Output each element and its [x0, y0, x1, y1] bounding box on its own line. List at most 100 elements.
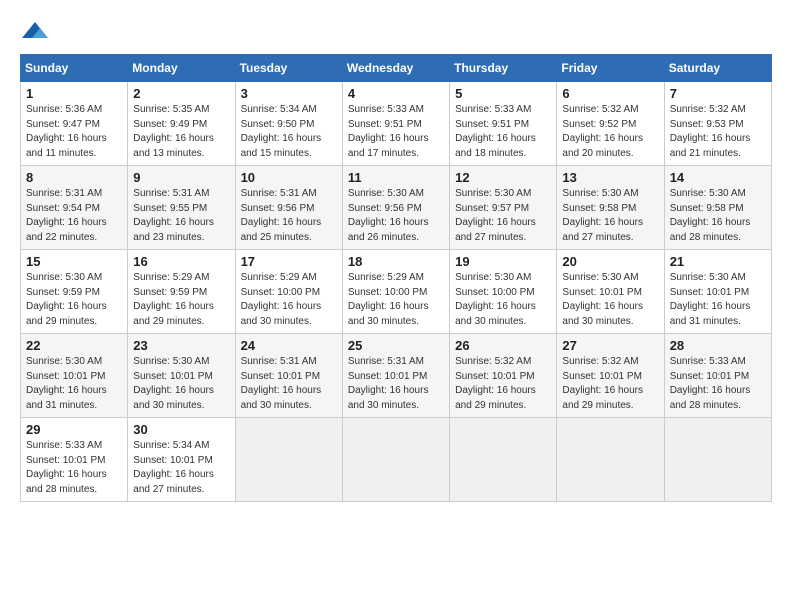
- day-number: 30: [133, 422, 229, 437]
- day-number: 20: [562, 254, 658, 269]
- day-info: Sunrise: 5:30 AM Sunset: 10:00 PM Daylig…: [455, 271, 551, 329]
- sunset-label: Sunset: 10:01 PM: [455, 371, 535, 382]
- sunrise-label: Sunrise: 5:32 AM: [455, 356, 531, 367]
- daylight-label: Daylight: 16 hours: [455, 133, 536, 144]
- daylight-label: Daylight: 16 hours: [562, 217, 643, 228]
- daylight-label: Daylight: 16 hours: [348, 301, 429, 312]
- day-info: Sunrise: 5:33 AM Sunset: 9:51 PM Dayligh…: [455, 103, 551, 161]
- day-number: 8: [26, 170, 122, 185]
- sunrise-label: Sunrise: 5:30 AM: [455, 188, 531, 199]
- day-info: Sunrise: 5:32 AM Sunset: 10:01 PM Daylig…: [562, 355, 658, 413]
- daylight-minutes: and 30 minutes.: [562, 316, 633, 327]
- daylight-minutes: and 30 minutes.: [455, 316, 526, 327]
- calendar-day-cell: 22 Sunrise: 5:30 AM Sunset: 10:01 PM Day…: [21, 334, 128, 418]
- daylight-label: Daylight: 16 hours: [562, 133, 643, 144]
- day-number: 2: [133, 86, 229, 101]
- day-number: 12: [455, 170, 551, 185]
- sunset-label: Sunset: 9:52 PM: [562, 119, 636, 130]
- calendar-day-cell: 17 Sunrise: 5:29 AM Sunset: 10:00 PM Day…: [235, 250, 342, 334]
- daylight-label: Daylight: 16 hours: [241, 301, 322, 312]
- day-number: 13: [562, 170, 658, 185]
- sunrise-label: Sunrise: 5:29 AM: [133, 272, 209, 283]
- calendar-week-row: 22 Sunrise: 5:30 AM Sunset: 10:01 PM Day…: [21, 334, 772, 418]
- sunrise-label: Sunrise: 5:33 AM: [670, 356, 746, 367]
- day-number: 29: [26, 422, 122, 437]
- calendar-day-cell: 18 Sunrise: 5:29 AM Sunset: 10:00 PM Day…: [342, 250, 449, 334]
- daylight-label: Daylight: 16 hours: [133, 301, 214, 312]
- sunset-label: Sunset: 9:55 PM: [133, 203, 207, 214]
- daylight-label: Daylight: 16 hours: [348, 217, 429, 228]
- daylight-minutes: and 30 minutes.: [241, 316, 312, 327]
- day-number: 28: [670, 338, 766, 353]
- sunset-label: Sunset: 10:01 PM: [562, 287, 642, 298]
- sunset-label: Sunset: 9:59 PM: [133, 287, 207, 298]
- day-number: 22: [26, 338, 122, 353]
- daylight-label: Daylight: 16 hours: [133, 469, 214, 480]
- day-number: 24: [241, 338, 337, 353]
- daylight-label: Daylight: 16 hours: [455, 301, 536, 312]
- sunrise-label: Sunrise: 5:30 AM: [26, 356, 102, 367]
- sunrise-label: Sunrise: 5:30 AM: [562, 188, 638, 199]
- daylight-minutes: and 30 minutes.: [348, 316, 419, 327]
- calendar-day-cell: 29 Sunrise: 5:33 AM Sunset: 10:01 PM Day…: [21, 418, 128, 502]
- calendar-day-cell: [342, 418, 449, 502]
- calendar-day-cell: 2 Sunrise: 5:35 AM Sunset: 9:49 PM Dayli…: [128, 82, 235, 166]
- day-info: Sunrise: 5:31 AM Sunset: 9:54 PM Dayligh…: [26, 187, 122, 245]
- daylight-label: Daylight: 16 hours: [26, 217, 107, 228]
- day-info: Sunrise: 5:33 AM Sunset: 10:01 PM Daylig…: [670, 355, 766, 413]
- day-info: Sunrise: 5:29 AM Sunset: 10:00 PM Daylig…: [348, 271, 444, 329]
- sunrise-label: Sunrise: 5:31 AM: [241, 188, 317, 199]
- logo: [20, 20, 54, 44]
- day-info: Sunrise: 5:35 AM Sunset: 9:49 PM Dayligh…: [133, 103, 229, 161]
- calendar-day-cell: [557, 418, 664, 502]
- day-number: 17: [241, 254, 337, 269]
- day-of-week-header: Friday: [557, 55, 664, 82]
- calendar-day-cell: 25 Sunrise: 5:31 AM Sunset: 10:01 PM Day…: [342, 334, 449, 418]
- sunset-label: Sunset: 10:01 PM: [133, 455, 213, 466]
- sunrise-label: Sunrise: 5:32 AM: [670, 104, 746, 115]
- calendar-day-cell: 9 Sunrise: 5:31 AM Sunset: 9:55 PM Dayli…: [128, 166, 235, 250]
- sunrise-label: Sunrise: 5:32 AM: [562, 356, 638, 367]
- sunrise-label: Sunrise: 5:33 AM: [26, 440, 102, 451]
- daylight-label: Daylight: 16 hours: [26, 133, 107, 144]
- sunrise-label: Sunrise: 5:34 AM: [241, 104, 317, 115]
- daylight-minutes: and 29 minutes.: [455, 400, 526, 411]
- day-number: 3: [241, 86, 337, 101]
- day-of-week-header: Wednesday: [342, 55, 449, 82]
- calendar-table: SundayMondayTuesdayWednesdayThursdayFrid…: [20, 54, 772, 502]
- sunrise-label: Sunrise: 5:34 AM: [133, 440, 209, 451]
- daylight-label: Daylight: 16 hours: [562, 301, 643, 312]
- calendar-week-row: 15 Sunrise: 5:30 AM Sunset: 9:59 PM Dayl…: [21, 250, 772, 334]
- calendar-day-cell: 19 Sunrise: 5:30 AM Sunset: 10:00 PM Day…: [450, 250, 557, 334]
- calendar-week-row: 29 Sunrise: 5:33 AM Sunset: 10:01 PM Day…: [21, 418, 772, 502]
- daylight-label: Daylight: 16 hours: [241, 385, 322, 396]
- day-of-week-header: Monday: [128, 55, 235, 82]
- day-number: 16: [133, 254, 229, 269]
- day-number: 14: [670, 170, 766, 185]
- daylight-minutes: and 28 minutes.: [670, 400, 741, 411]
- day-info: Sunrise: 5:30 AM Sunset: 10:01 PM Daylig…: [562, 271, 658, 329]
- calendar-day-cell: 8 Sunrise: 5:31 AM Sunset: 9:54 PM Dayli…: [21, 166, 128, 250]
- day-info: Sunrise: 5:30 AM Sunset: 10:01 PM Daylig…: [26, 355, 122, 413]
- daylight-minutes: and 29 minutes.: [562, 400, 633, 411]
- calendar-day-cell: [664, 418, 771, 502]
- daylight-label: Daylight: 16 hours: [241, 217, 322, 228]
- daylight-label: Daylight: 16 hours: [670, 385, 751, 396]
- sunset-label: Sunset: 10:00 PM: [455, 287, 535, 298]
- sunrise-label: Sunrise: 5:31 AM: [348, 356, 424, 367]
- calendar-day-cell: 23 Sunrise: 5:30 AM Sunset: 10:01 PM Day…: [128, 334, 235, 418]
- day-number: 4: [348, 86, 444, 101]
- sunset-label: Sunset: 10:01 PM: [26, 455, 106, 466]
- calendar-day-cell: 28 Sunrise: 5:33 AM Sunset: 10:01 PM Day…: [664, 334, 771, 418]
- daylight-label: Daylight: 16 hours: [26, 469, 107, 480]
- daylight-label: Daylight: 16 hours: [133, 385, 214, 396]
- daylight-label: Daylight: 16 hours: [26, 385, 107, 396]
- daylight-label: Daylight: 16 hours: [670, 217, 751, 228]
- day-info: Sunrise: 5:33 AM Sunset: 10:01 PM Daylig…: [26, 439, 122, 497]
- daylight-label: Daylight: 16 hours: [348, 385, 429, 396]
- daylight-label: Daylight: 16 hours: [133, 133, 214, 144]
- sunrise-label: Sunrise: 5:31 AM: [241, 356, 317, 367]
- sunrise-label: Sunrise: 5:33 AM: [348, 104, 424, 115]
- daylight-minutes: and 23 minutes.: [133, 232, 204, 243]
- daylight-minutes: and 22 minutes.: [26, 232, 97, 243]
